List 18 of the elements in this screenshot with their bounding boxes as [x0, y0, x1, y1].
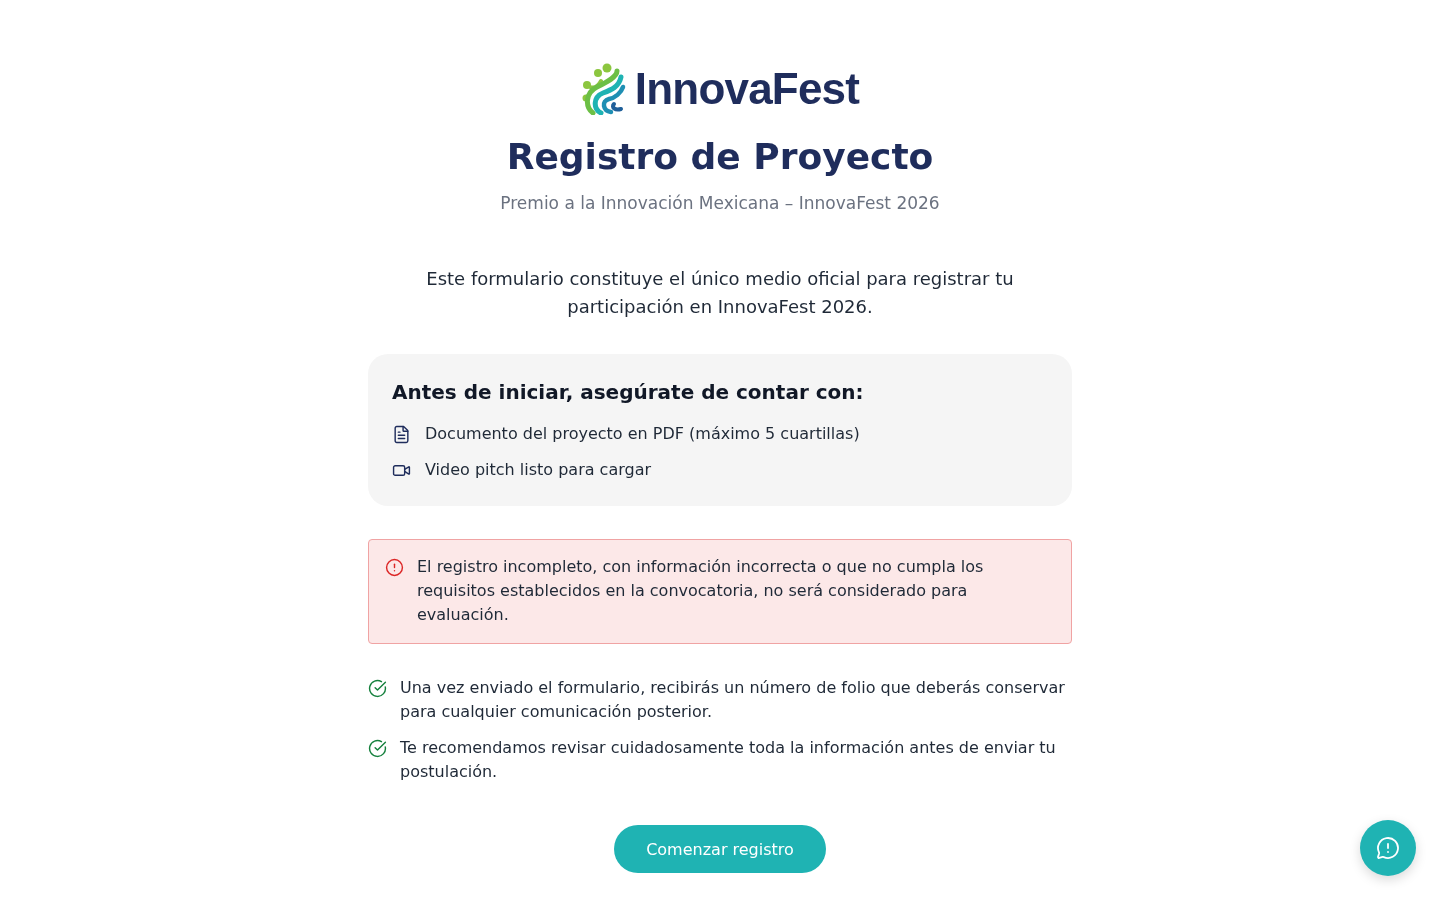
- alert-icon: [385, 558, 404, 577]
- requirement-text: Documento del proyecto en PDF (máximo 5 cuartillas): [425, 423, 860, 445]
- check-circle-icon: [368, 679, 387, 698]
- document-icon: [392, 424, 411, 444]
- logo-wordmark: InnovaFest: [634, 67, 860, 111]
- note-text: Te recomendamos revisar cuidadosamente toda la información antes de enviar tu postulación.: [400, 737, 1057, 783]
- chat-alert-icon: [1376, 836, 1400, 860]
- requirements-heading: Antes de iniciar, asegúrate de contar con:: [392, 379, 865, 406]
- intro-text: Este formulario constituye el único medio oficial para registrar tu participación en InnovaFest 2026.: [425, 267, 1015, 319]
- note-text: Una vez enviado el formulario, recibirás un número de folio que deberás conservar para cualquier comunicación posterior.: [400, 677, 1066, 723]
- logo-mark-icon: [580, 63, 627, 115]
- alert-text: El registro incompleto, con información incorrecta o que no cumpla los requisitos establecidos en la convocatoria, no será considerado para evaluación.: [417, 556, 985, 626]
- requirement-text: Video pitch listo para cargar: [425, 459, 652, 481]
- page-subtitle: Premio a la Innovación Mexicana – InnovaFest 2026: [500, 192, 940, 215]
- page-title: Registro de Proyecto: [506, 135, 934, 179]
- chat-button[interactable]: [1360, 820, 1416, 876]
- start-registration-button[interactable]: Comenzar registro: [614, 825, 826, 873]
- check-circle-icon: [368, 739, 387, 758]
